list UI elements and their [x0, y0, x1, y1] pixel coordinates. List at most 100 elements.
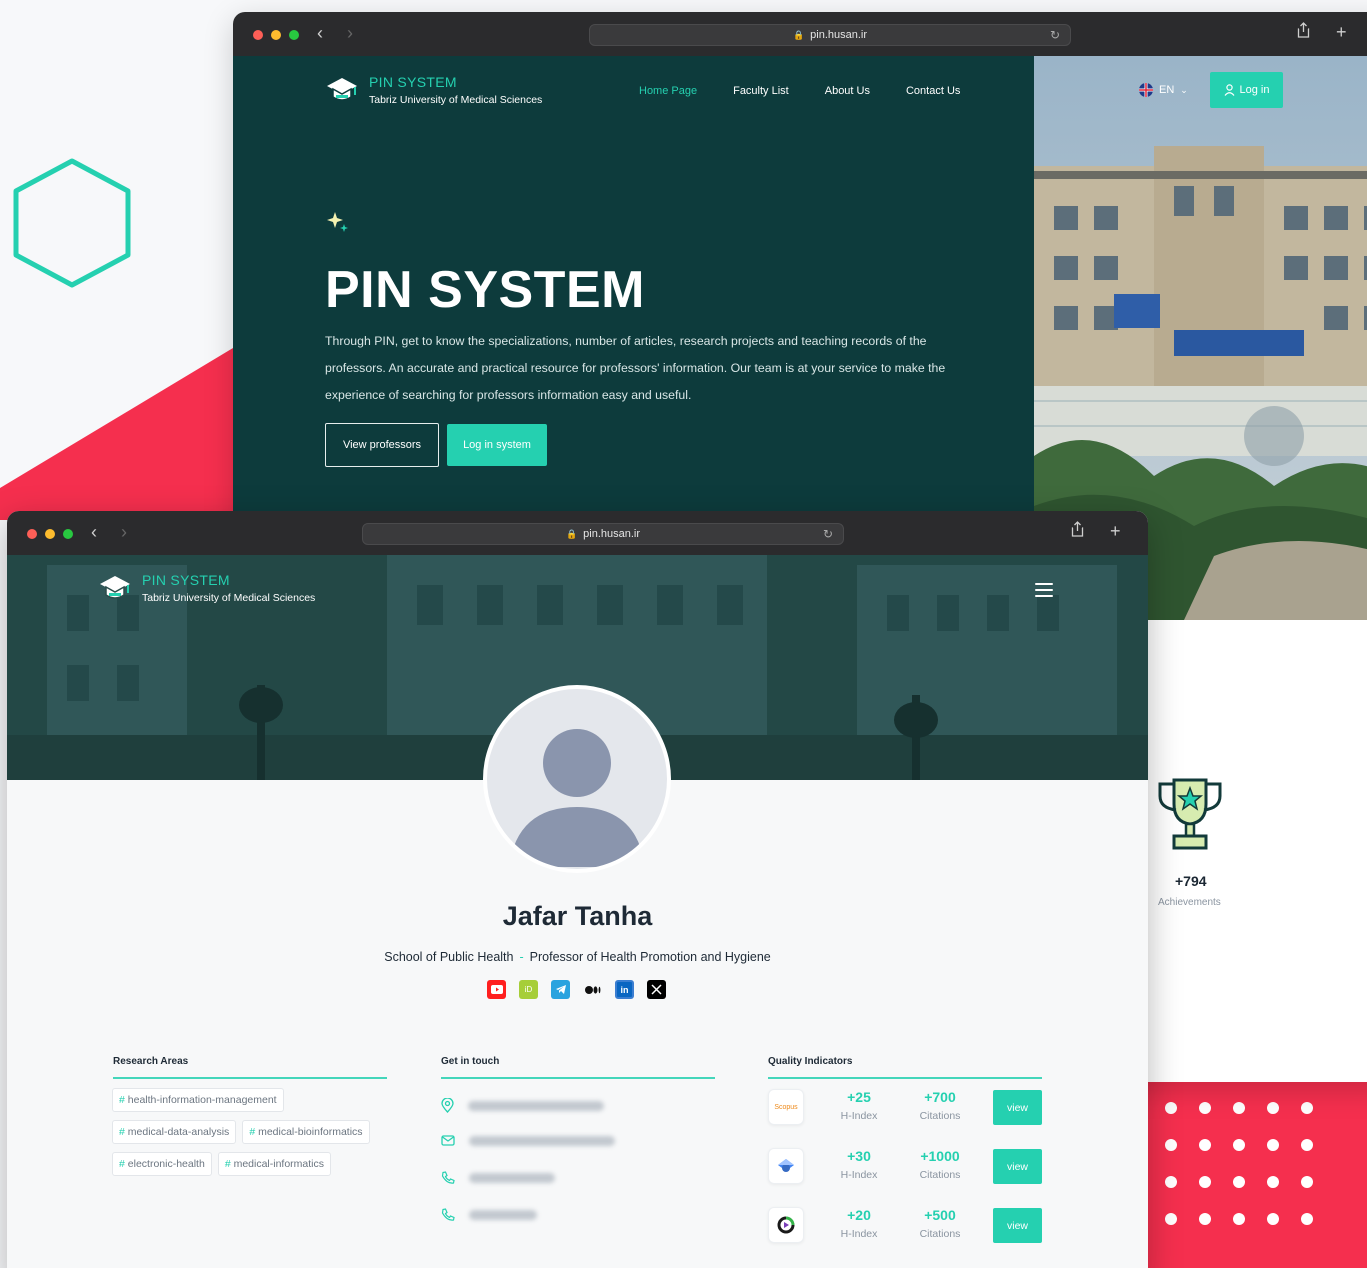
brand-logo[interactable]: PIN SYSTEM Tabriz University of Medical … — [98, 572, 315, 604]
view-button[interactable]: view — [993, 1090, 1042, 1125]
chevron-down-icon: ⌄ — [1180, 84, 1188, 95]
hindex-label: H-Index — [840, 1228, 878, 1240]
research-database-logo — [768, 1207, 804, 1243]
research-tags: # health-information-management # medica… — [112, 1088, 387, 1176]
user-placeholder-icon — [509, 729, 645, 867]
sparkle-icon — [327, 212, 348, 232]
get-in-touch-heading: Get in touch — [441, 1056, 500, 1067]
back-arrow-icon[interactable]: ‹ — [317, 23, 323, 44]
citations-stat: +700 Citations — [910, 1089, 970, 1122]
contact-mobile — [441, 1208, 537, 1222]
address-bar[interactable]: 🔒 pin.husan.ir ↻ — [362, 523, 844, 545]
contact-email — [441, 1135, 615, 1146]
graduation-cap-icon — [100, 576, 130, 599]
close-window-button[interactable] — [27, 529, 37, 539]
professor-title: Professor of Health Promotion and Hygien… — [529, 950, 771, 964]
social-links: iD in — [487, 980, 666, 999]
maximize-window-button[interactable] — [63, 529, 73, 539]
achievements-label: Achievements — [1158, 897, 1221, 908]
youtube-icon[interactable] — [487, 980, 506, 999]
share-icon[interactable] — [1071, 521, 1084, 542]
citations-label: Citations — [919, 1228, 961, 1240]
hero-title: PIN SYSTEM — [325, 261, 645, 319]
scopus-logo: Scopus — [768, 1089, 804, 1125]
hindex-stat: +20 H-Index — [834, 1207, 884, 1240]
language-selector[interactable]: EN ⌄ — [1139, 83, 1188, 97]
browser-toolbar: ‹ › 🔒 pin.husan.ir ↻ + — [233, 12, 1367, 56]
reload-icon[interactable]: ↻ — [823, 527, 833, 541]
nav-home-page[interactable]: Home Page — [639, 85, 697, 97]
nav-faculty-list[interactable]: Faculty List — [733, 85, 789, 97]
reload-icon[interactable]: ↻ — [1050, 28, 1060, 42]
phone-icon — [441, 1171, 455, 1184]
lock-icon: 🔒 — [792, 29, 805, 40]
brand-title: PIN SYSTEM — [369, 74, 457, 90]
school-name: School of Public Health — [384, 950, 514, 964]
quality-indicators-heading: Quality Indicators — [768, 1056, 853, 1067]
location-icon — [441, 1098, 454, 1113]
brand-logo[interactable]: PIN SYSTEM Tabriz University of Medical … — [325, 74, 542, 106]
login-label: Log in — [1239, 84, 1270, 96]
minimize-window-button[interactable] — [45, 529, 55, 539]
professor-affiliation: School of Public Health - Professor of Hea… — [7, 950, 1148, 964]
research-tag[interactable]: # medical-data-analysis — [112, 1120, 237, 1144]
hexagon-decoration — [13, 158, 131, 288]
medium-icon[interactable] — [583, 980, 602, 999]
close-window-button[interactable] — [253, 30, 263, 40]
main-nav: Home Page Faculty List About Us Contact … — [639, 85, 960, 97]
brand-title: PIN SYSTEM — [142, 572, 230, 588]
maximize-window-button[interactable] — [289, 30, 299, 40]
minimize-window-button[interactable] — [271, 30, 281, 40]
hindex-label: H-Index — [840, 1110, 878, 1122]
citations-label: Citations — [919, 1169, 961, 1181]
nav-about-us[interactable]: About Us — [825, 85, 870, 97]
x-icon[interactable] — [647, 980, 666, 999]
orcid-icon[interactable]: iD — [519, 980, 538, 999]
hindex-label: H-Index — [840, 1169, 878, 1181]
browser-window-profile: ‹ › 🔒 pin.husan.ir ↻ + PIN SYSTEM Tabriz… — [7, 511, 1148, 1268]
research-tag[interactable]: # electronic-health — [112, 1152, 212, 1176]
linkedin-icon[interactable]: in — [615, 980, 634, 999]
window-controls[interactable] — [27, 529, 73, 539]
redacted-phone[interactable] — [469, 1173, 555, 1183]
login-button[interactable]: Log in — [1210, 72, 1283, 108]
login-system-button[interactable]: Log in system — [447, 424, 547, 466]
research-tag[interactable]: # medical-informatics — [217, 1152, 332, 1176]
achievements-value: +794 — [1175, 873, 1207, 889]
citations-value: +700 — [924, 1089, 956, 1105]
redacted-email[interactable] — [469, 1135, 615, 1146]
view-professors-button[interactable]: View professors — [325, 423, 439, 467]
hindex-stat: +30 H-Index — [834, 1148, 884, 1181]
contact-address — [441, 1098, 604, 1113]
back-arrow-icon[interactable]: ‹ — [91, 522, 97, 543]
uk-flag-icon — [1139, 83, 1153, 97]
nav-contact-us[interactable]: Contact Us — [906, 85, 960, 97]
research-tag[interactable]: # medical-bioinformatics — [242, 1120, 370, 1144]
citations-stat: +500 Citations — [910, 1207, 970, 1240]
citations-stat: +1000 Citations — [910, 1148, 970, 1181]
new-tab-icon[interactable]: + — [1336, 22, 1347, 43]
forward-arrow-icon[interactable]: › — [121, 522, 127, 543]
telegram-icon[interactable] — [551, 980, 570, 999]
window-controls[interactable] — [253, 30, 299, 40]
quality-row-scopus: Scopus +25 H-Index +700 Citations view — [768, 1089, 1042, 1127]
view-button[interactable]: view — [993, 1149, 1042, 1184]
hindex-value: +20 — [847, 1207, 871, 1223]
redacted-mobile[interactable] — [469, 1210, 537, 1220]
research-divider — [113, 1077, 387, 1079]
avatar — [483, 685, 671, 873]
share-icon[interactable] — [1297, 22, 1310, 43]
browser-toolbar: ‹ › 🔒 pin.husan.ir ↻ + — [7, 511, 1148, 555]
forward-arrow-icon[interactable]: › — [347, 23, 353, 44]
quality-row-scholar: +30 H-Index +1000 Citations view — [768, 1148, 1042, 1186]
menu-icon[interactable] — [1035, 583, 1053, 601]
affiliation-separator: - — [519, 950, 524, 964]
contact-phone — [441, 1171, 555, 1185]
citations-value: +500 — [924, 1207, 956, 1223]
research-tag[interactable]: # health-information-management — [112, 1088, 284, 1112]
trophy-icon — [1158, 778, 1222, 850]
address-bar[interactable]: 🔒 pin.husan.ir ↻ — [589, 24, 1071, 46]
mail-icon — [441, 1135, 455, 1146]
view-button[interactable]: view — [993, 1208, 1042, 1243]
new-tab-icon[interactable]: + — [1110, 521, 1121, 542]
